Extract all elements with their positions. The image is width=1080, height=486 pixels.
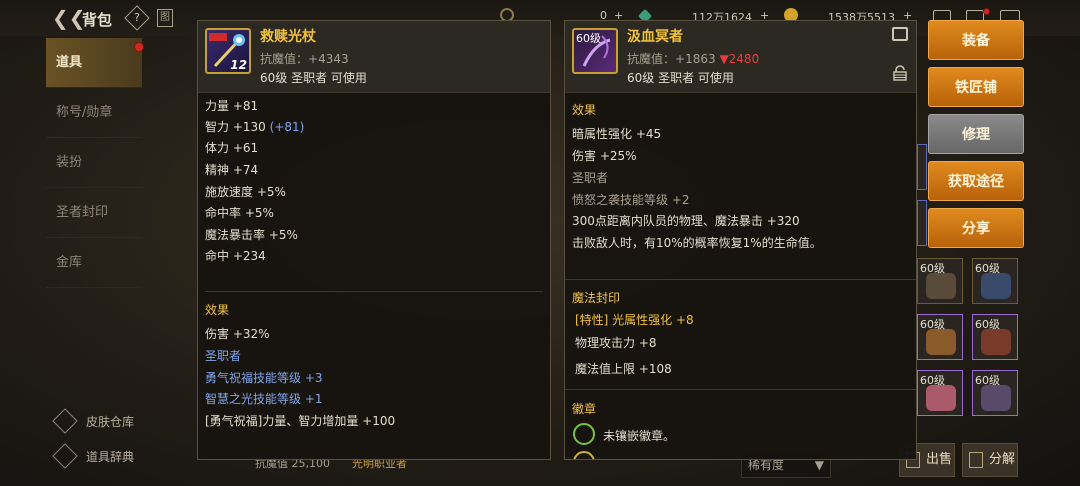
stat-line: 魔法暴击率 +5% (205, 228, 298, 242)
blacksmith-button[interactable]: 铁匠铺 (928, 67, 1024, 107)
equip-button[interactable]: 装备 (928, 20, 1024, 60)
sidebar-item-titles[interactable]: 称号/勋章 (46, 88, 142, 138)
help-icon[interactable]: ? (124, 5, 150, 31)
effect-line: 伤害 +32% (205, 327, 270, 341)
resist-value: +4343 (308, 52, 349, 66)
effect-line: 击败敌人时，有10%的概率恢复1%的生命值。 (572, 236, 822, 250)
stat-line: 命中 +234 (205, 249, 266, 263)
effect-line: 暗属性强化 +45 (572, 127, 662, 141)
effect-line: 300点距离内队员的物理、魔法暴击 +320 (572, 214, 800, 228)
emblem-slot-icon (573, 451, 595, 459)
emblem-slot-icon (573, 423, 595, 445)
divider (205, 291, 543, 292)
stat-line: 智力 +130 (+81) (205, 120, 305, 134)
armor-art (926, 273, 956, 299)
notice-badge (983, 8, 990, 15)
lock-icon[interactable] (892, 65, 908, 81)
divider (565, 389, 916, 390)
inventory-slot[interactable]: 60级 (972, 314, 1018, 360)
item-level: 60级 (576, 32, 601, 45)
inventory-slot[interactable]: 60级 (972, 370, 1018, 416)
weapon-art (926, 329, 956, 355)
inventory-slot-partial[interactable] (917, 200, 927, 246)
item-name: 汲血冥者 (627, 29, 683, 45)
stat-line: 精神 +74 (205, 163, 259, 177)
sidebar-item-seal[interactable]: 圣者封印 (46, 188, 142, 238)
equip-requirement: 60级 圣职者 可使用 (627, 71, 734, 85)
hammer-icon (969, 452, 983, 468)
resist-label: 抗魔值： (627, 52, 676, 66)
sidebar-item-items[interactable]: 道具 (46, 38, 144, 88)
stat-line: 力量 +81 (205, 99, 259, 113)
repair-button[interactable]: 修理 (928, 114, 1024, 154)
inventory-slot[interactable]: 60级 (917, 370, 963, 416)
skirt-art (926, 385, 956, 411)
resist-value: +1863 (675, 52, 716, 66)
sidebar-item-vault[interactable]: 金库 (46, 238, 142, 288)
effect-line: 伤害 +25% (572, 149, 637, 163)
stat-bonus: (+81) (269, 120, 305, 134)
resist-label: 抗魔值： (260, 52, 309, 66)
weapon-item-icon: 60级 (572, 28, 618, 74)
stat-line: 体力 +61 (205, 141, 259, 155)
new-item-badge (134, 42, 144, 52)
obtain-source-button[interactable]: 获取途径 (928, 161, 1024, 201)
effect-line: 圣职者 (205, 349, 242, 363)
inventory-slot[interactable]: 60级 (917, 314, 963, 360)
effect-line: [勇气祝福]力量、智力增加量 +100 (205, 414, 396, 428)
inventory-slot[interactable]: 60级 (972, 258, 1018, 304)
disassemble-button[interactable]: 分解 (962, 443, 1018, 477)
item-tooltip-left: 12 救赎光杖 抗魔值：+4343 60级 圣职者 可使用 力量 +81 智力 … (197, 20, 551, 460)
effect-line: 愤怒之袭技能等级 +2 (572, 193, 690, 207)
inventory-slot[interactable]: 60级 (917, 258, 963, 304)
seal-section-title: 魔法封印 (572, 291, 621, 305)
effect-line: 智慧之光技能等级 +1 (205, 392, 323, 406)
effect-section-title: 效果 (205, 303, 230, 317)
effect-line: 圣职者 (572, 171, 609, 185)
back-arrow-icon[interactable]: ❮❮ (52, 8, 86, 28)
armor-art (981, 273, 1011, 299)
tooltip-header: 12 救赎光杖 抗魔值：+4343 60级 圣职者 可使用 (198, 21, 550, 93)
share-button[interactable]: 分享 (928, 208, 1024, 248)
armor-art (981, 385, 1011, 411)
share-icon[interactable] (892, 27, 908, 41)
enhance-level: 12 (230, 58, 247, 72)
item-name: 救赎光杖 (260, 29, 316, 45)
seal-line: [特性] 光属性强化 +8 (575, 313, 694, 327)
emblem-slot-text: 未镶嵌徽章。 (603, 429, 676, 443)
stat-line: 施放速度 +5% (205, 185, 286, 199)
effect-section-title: 效果 (572, 103, 597, 117)
equip-requirement: 60级 圣职者 可使用 (260, 71, 367, 85)
resist-diff: ▼2480 (719, 52, 760, 66)
sidebar-item-avatar[interactable]: 装扮 (46, 138, 142, 188)
seal-line: 物理攻击力 +8 (575, 336, 657, 350)
divider (565, 279, 916, 280)
tooltip-header: 60级 汲血冥者 抗魔值：+1863 ▼2480 60级 圣职者 可使用 (565, 21, 916, 93)
effect-line: 勇气祝福技能等级 +3 (205, 371, 323, 385)
page-title: 背包 (82, 11, 113, 29)
seal-line: 魔法值上限 +108 (575, 362, 672, 376)
emblem-section-title: 徽章 (572, 402, 597, 416)
scroll-art (981, 329, 1011, 355)
inventory-slot-partial[interactable] (917, 144, 927, 190)
stat-line: 命中率 +5% (205, 206, 274, 220)
item-tooltip-right: 60级 汲血冥者 抗魔值：+1863 ▼2480 60级 圣职者 可使用 效果 … (564, 20, 917, 460)
encyclopedia-icon[interactable]: 图 (157, 9, 173, 27)
staff-item-icon: 12 (205, 28, 251, 74)
